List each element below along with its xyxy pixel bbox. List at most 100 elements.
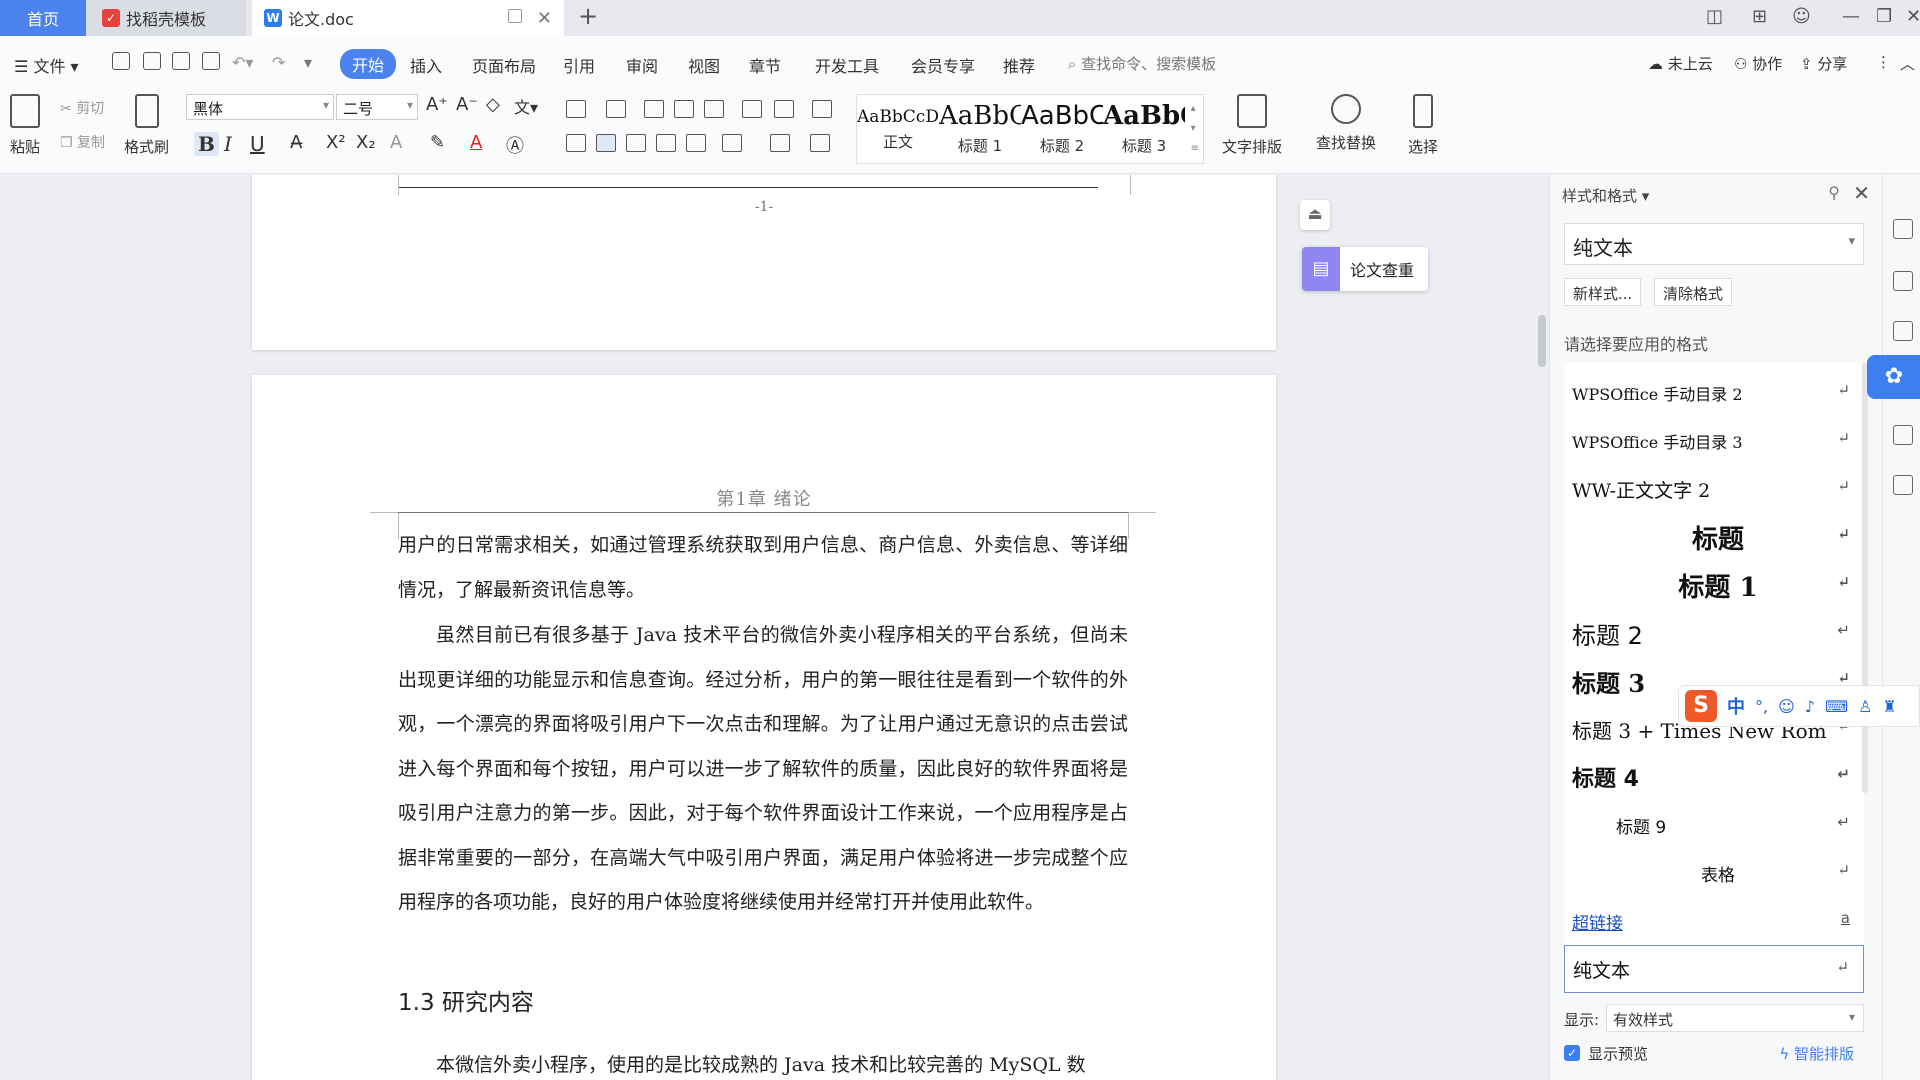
collapse-ribbon-icon[interactable]: ︿ [1900, 53, 1915, 74]
list-item[interactable]: 标题 2 ↵ [1564, 609, 1864, 657]
tab-float-icon[interactable] [508, 9, 522, 23]
share-button[interactable]: ⇪ 分享 [1800, 53, 1847, 74]
collaborate-button[interactable]: ⚇ 协作 [1734, 53, 1782, 74]
cut-button[interactable]: ✂ 剪切 [60, 98, 104, 118]
cloud-status-button[interactable]: ☁ 未上云 [1648, 53, 1713, 74]
strikethrough-icon[interactable]: A̶ [290, 132, 302, 153]
list-item[interactable]: 表格 ↵ [1564, 849, 1864, 897]
microphone-icon[interactable]: ♪ [1805, 697, 1815, 716]
undo-icon[interactable]: ↶▾ [232, 53, 253, 72]
user-avatar-icon[interactable]: ☺ [1792, 6, 1811, 27]
copy-button[interactable]: ❐ 复制 [60, 132, 105, 152]
more-options-icon[interactable]: ⋮ [1876, 53, 1891, 71]
numbered-list-icon[interactable] [606, 100, 626, 118]
style-edit-icon[interactable] [1893, 219, 1913, 239]
ime-mode-toggle[interactable]: 中 [1727, 693, 1745, 719]
menu-chapter[interactable]: 章节 [749, 53, 781, 77]
list-item[interactable]: 标题 9 ↵ [1564, 801, 1864, 849]
show-preview-checkbox[interactable]: ✓ [1564, 1045, 1580, 1061]
list-item[interactable]: 标题 ↵ [1564, 513, 1864, 561]
underline-button[interactable]: U [250, 132, 265, 156]
document-canvas[interactable]: -1- 第1章 绪论 用户的日常需求相关，如通过管理系统获取到用户信息、商户信息… [0, 175, 1535, 1080]
new-tab-button[interactable]: + [578, 2, 598, 30]
text-effect-icon[interactable]: A [390, 132, 402, 153]
font-name-select[interactable]: 黑体 [186, 94, 334, 120]
menu-review[interactable]: 审阅 [626, 53, 658, 77]
bullet-list-icon[interactable] [566, 100, 586, 118]
line-break-icon[interactable] [774, 100, 794, 118]
ruler-icon[interactable] [812, 100, 832, 118]
menu-file[interactable]: ☰ 文件 ▾ [14, 53, 79, 77]
user-icon[interactable]: ♙ [1858, 697, 1872, 716]
format-painter-button[interactable]: 格式刷 [124, 94, 169, 157]
list-item[interactable]: WPSOffice 手动目录 2 ↵ [1564, 369, 1864, 417]
cloud-collab-icon[interactable]: ✿ [1867, 355, 1920, 399]
display-filter-select[interactable]: 有效样式 [1606, 1004, 1864, 1032]
font-size-select[interactable]: 二号 [336, 94, 418, 120]
list-item[interactable]: 标题 1 ↵ [1564, 561, 1864, 609]
save-icon[interactable] [112, 52, 130, 70]
align-right-icon[interactable] [626, 134, 646, 152]
minimize-icon[interactable]: — [1842, 6, 1860, 27]
gallery-scroll-icon[interactable]: ▴ ▾ ≡ [1191, 99, 1199, 159]
paper-check-button[interactable]: ▤ 论文查重 [1302, 247, 1428, 291]
quick-access-more-icon[interactable]: ▾ [304, 53, 312, 72]
shading-icon[interactable] [770, 134, 790, 152]
print-preview-icon[interactable] [202, 52, 220, 70]
properties-icon[interactable] [1893, 321, 1913, 341]
highlight-icon[interactable]: ✎ [430, 132, 445, 153]
paste-button[interactable]: 粘贴 [10, 94, 40, 157]
page-header-text[interactable]: 第1章 绪论 [252, 485, 1276, 511]
close-icon[interactable]: ✕ [1853, 181, 1870, 205]
punctuation-toggle[interactable]: °, [1755, 697, 1768, 716]
redo-icon[interactable]: ↷ [272, 53, 285, 72]
font-color-icon[interactable]: A [470, 132, 482, 153]
phonetic-guide-icon[interactable]: 文▾ [514, 94, 538, 118]
menu-recommend[interactable]: 推荐 [1003, 53, 1035, 77]
body-paragraph[interactable]: 用户的日常需求相关，如通过管理系统获取到用户信息、商户信息、外卖信息、等详细情况… [398, 523, 1128, 612]
grid-apps-icon[interactable]: ⊞ [1752, 6, 1767, 27]
new-style-button[interactable]: 新样式... [1564, 278, 1642, 306]
export-icon[interactable] [143, 52, 161, 70]
list-item[interactable]: 纯文本 ↵ [1564, 945, 1864, 993]
menu-insert[interactable]: 插入 [410, 53, 442, 77]
section-heading[interactable]: 1.3 研究内容 [398, 983, 534, 1017]
collapse-float-icon[interactable]: ⏏ [1300, 200, 1330, 230]
body-paragraph[interactable]: 本微信外卖小程序，使用的是比较成熟的 Java 技术和比较完善的 MySQL 数 [398, 1043, 1128, 1080]
select-cursor-icon[interactable] [1893, 271, 1913, 291]
sort-icon[interactable] [742, 100, 762, 118]
find-replace-button[interactable]: 查找替换 [1316, 94, 1376, 153]
increase-indent-icon[interactable] [674, 100, 694, 118]
decrease-indent-icon[interactable] [644, 100, 664, 118]
borders-icon[interactable] [810, 134, 830, 152]
body-paragraph[interactable]: 虽然目前已有很多基于 Java 技术平台的微信外卖小程序相关的平台系统，但尚未出… [398, 613, 1128, 925]
list-item[interactable]: 标题 4 ↵ [1564, 753, 1864, 801]
shrink-font-icon[interactable]: A⁻ [456, 94, 478, 115]
previous-page[interactable]: -1- [252, 175, 1276, 350]
justify-icon[interactable] [656, 134, 676, 152]
style-heading-3[interactable]: AaBbC 标题 3 [1103, 95, 1185, 165]
tab-home[interactable]: 首页 [0, 0, 86, 36]
print-icon[interactable] [172, 52, 190, 70]
align-left-icon[interactable] [566, 134, 586, 152]
char-border-icon[interactable]: Ⓐ [506, 132, 524, 158]
tab-document[interactable]: W 论文.doc ✕ [252, 0, 564, 36]
sogou-logo-icon[interactable]: S [1685, 690, 1717, 722]
subscript-icon[interactable]: X₂ [356, 132, 376, 153]
style-list-scrollbar[interactable] [1862, 363, 1868, 793]
smart-layout-link[interactable]: ϟ 智能排版 [1779, 1043, 1854, 1064]
select-button[interactable]: 选择 [1408, 94, 1438, 157]
menu-references[interactable]: 引用 [563, 53, 595, 77]
restore-icon[interactable]: ❐ [1876, 6, 1892, 27]
clear-format-button[interactable]: 清除格式 [1654, 278, 1733, 306]
reading-icon[interactable] [1893, 475, 1913, 495]
bold-button[interactable]: B [194, 132, 219, 156]
style-heading-2[interactable]: AaBbC 标题 2 [1021, 95, 1103, 165]
current-page[interactable]: 第1章 绪论 用户的日常需求相关，如通过管理系统获取到用户信息、商户信息、外卖信… [252, 375, 1276, 1080]
skin-icon[interactable]: ♜ [1882, 697, 1896, 716]
scrollbar-thumb[interactable] [1538, 315, 1546, 367]
layout-view-icon[interactable]: ◫ [1706, 6, 1723, 27]
text-direction-icon[interactable] [704, 100, 724, 118]
clear-formatting-icon[interactable]: ◇ [486, 94, 500, 115]
line-spacing-icon[interactable] [722, 134, 742, 152]
